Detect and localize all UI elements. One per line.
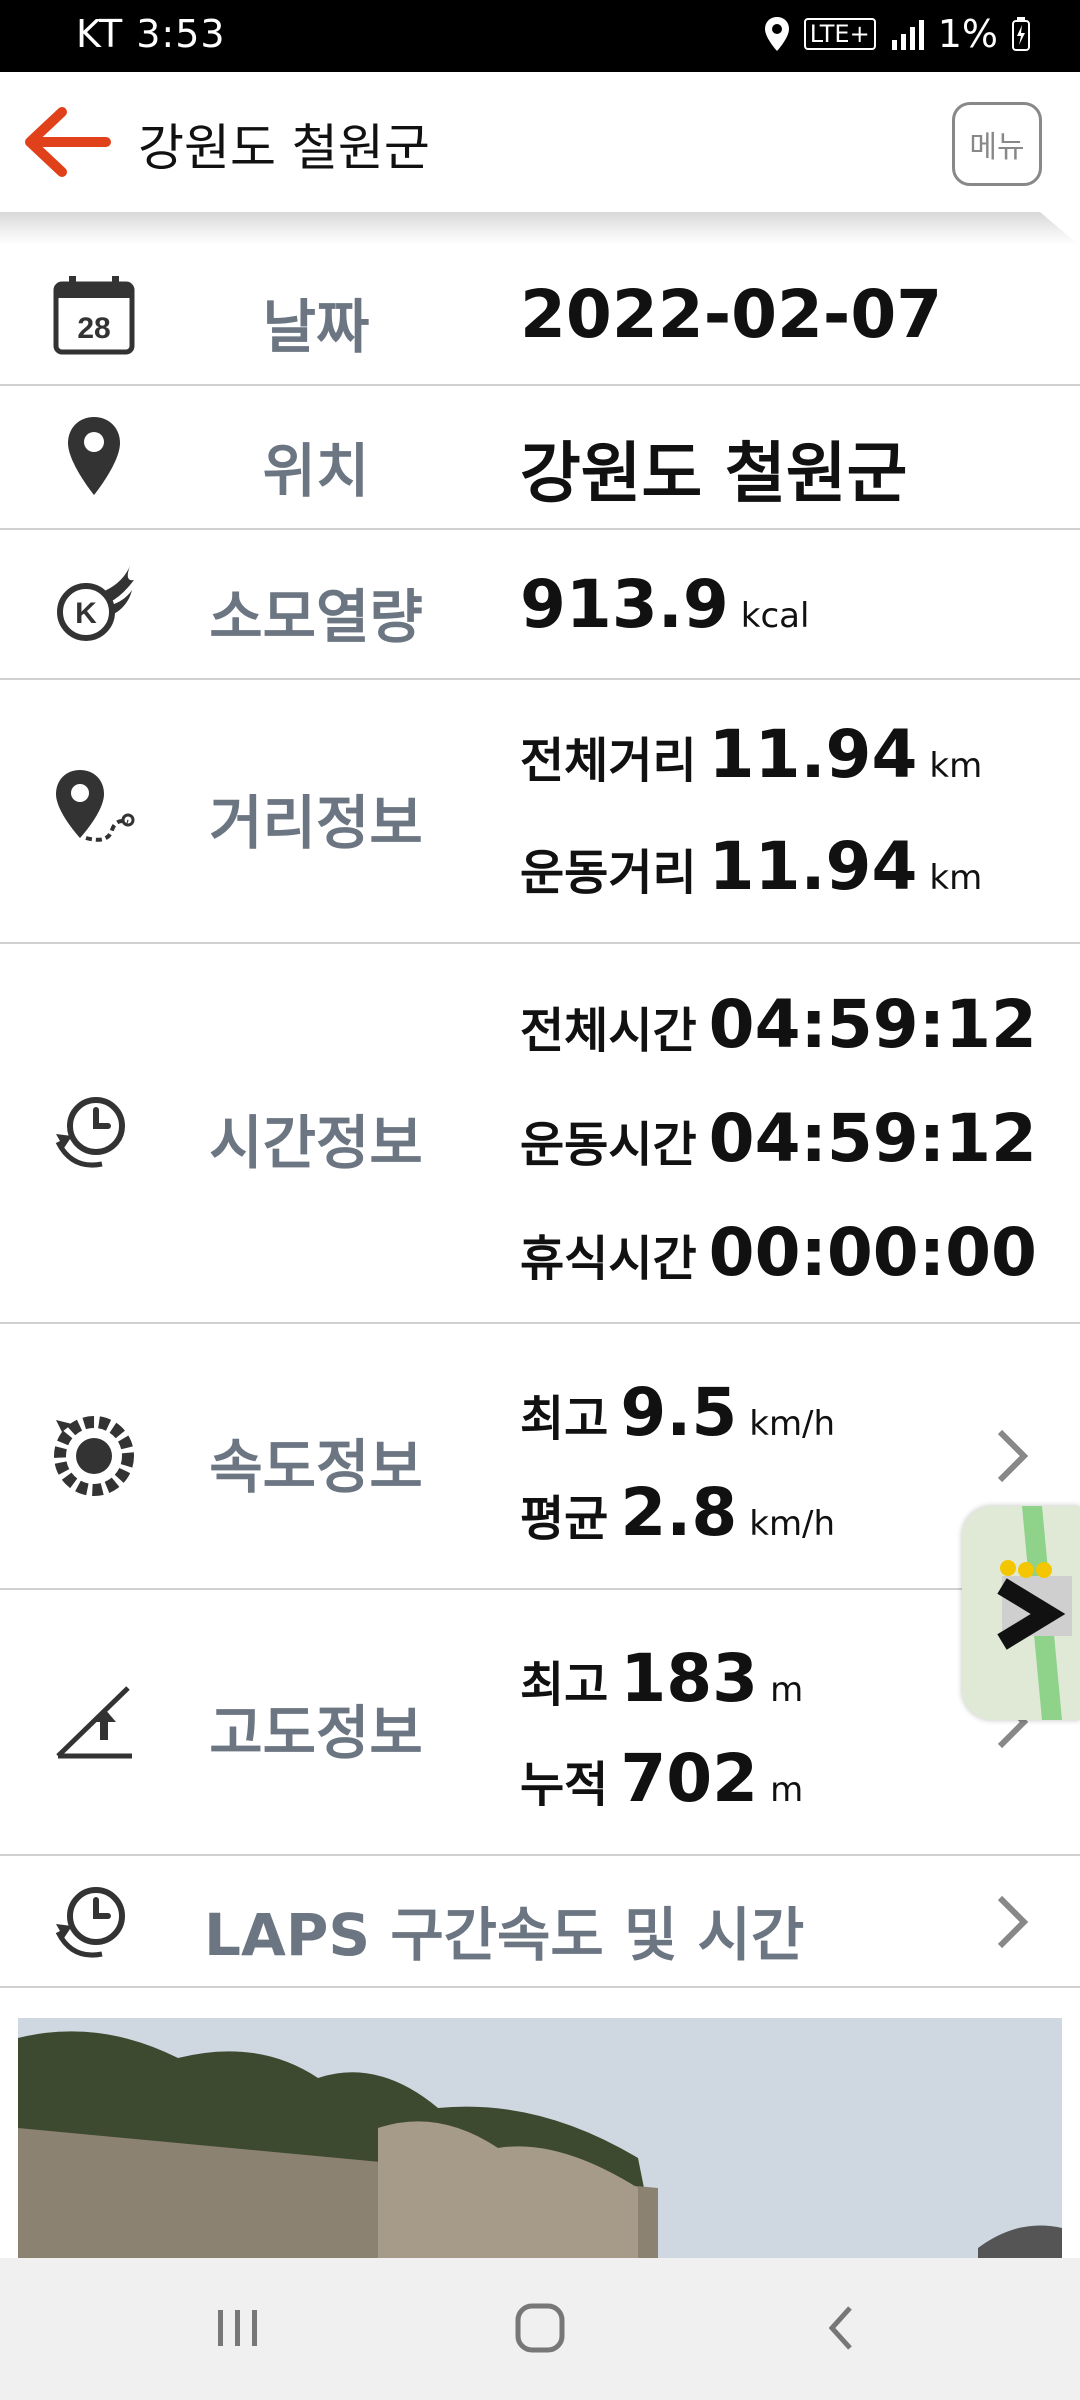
total-time-label: 전체시간 bbox=[520, 1003, 697, 1059]
system-nav-bar bbox=[0, 2258, 1080, 2400]
back-arrow-icon[interactable] bbox=[22, 102, 112, 182]
moving-distance-label: 운동거리 bbox=[520, 845, 697, 901]
network-indicator: LTE+ bbox=[803, 18, 876, 50]
max-altitude-label: 최고 bbox=[520, 1657, 609, 1713]
moving-time-value: 04:59:12 bbox=[708, 1100, 1037, 1177]
row-altitude[interactable]: 고도정보 최고 183 m 누적 702 m bbox=[0, 1590, 1080, 1856]
home-icon[interactable] bbox=[510, 2298, 570, 2358]
back-nav-icon[interactable] bbox=[812, 2298, 872, 2358]
mountain-photo-image bbox=[18, 2018, 1062, 2258]
row-distance: 거리정보 전체거리 11.94 km 운동거리 11.94 km bbox=[0, 680, 1080, 944]
route-pin-icon bbox=[52, 768, 136, 852]
total-distance-value: 11.94 bbox=[708, 716, 918, 793]
cumulative-altitude-unit: m bbox=[770, 1770, 804, 1810]
moving-distance-value: 11.94 bbox=[708, 828, 918, 905]
laps-chevron-right-icon[interactable] bbox=[992, 1892, 1032, 1952]
battery-percent: 1% bbox=[937, 12, 998, 56]
speed-chevron-right-icon[interactable] bbox=[992, 1426, 1032, 1486]
laps-clock-icon bbox=[52, 1880, 136, 1964]
row-time: 시간정보 전체시간 04:59:12 운동시간 04:59:12 휴식시간 00… bbox=[0, 944, 1080, 1324]
activity-photo[interactable] bbox=[18, 2018, 1062, 2258]
avg-speed-unit: km/h bbox=[749, 1504, 836, 1544]
distance-label: 거리정보 bbox=[209, 789, 423, 857]
recent-apps-icon[interactable] bbox=[208, 2298, 268, 2358]
speed-label: 속도정보 bbox=[209, 1433, 423, 1501]
max-altitude-value: 183 bbox=[620, 1640, 759, 1717]
max-speed-unit: km/h bbox=[749, 1404, 836, 1444]
location-pin-icon bbox=[52, 414, 136, 498]
date-value: 2022-02-07 bbox=[520, 276, 943, 353]
map-thumbnail-button[interactable] bbox=[962, 1506, 1080, 1720]
cumulative-altitude-value: 702 bbox=[620, 1740, 759, 1817]
avg-speed-label: 평균 bbox=[520, 1491, 609, 1547]
location-icon bbox=[764, 17, 789, 51]
calories-unit: kcal bbox=[740, 596, 810, 636]
total-time-value: 04:59:12 bbox=[708, 986, 1037, 1063]
status-time: KT 3:53 bbox=[76, 12, 226, 56]
max-speed-value: 9.5 bbox=[620, 1374, 738, 1451]
status-icons: LTE+ 1% bbox=[764, 12, 1030, 56]
row-calories: K 소모열량 913.9 kcal bbox=[0, 530, 1080, 680]
calendar-icon: 28 bbox=[52, 273, 136, 357]
rest-time-value: 00:00:00 bbox=[708, 1214, 1037, 1291]
moving-time-label: 운동시간 bbox=[520, 1117, 697, 1173]
header-shadow bbox=[0, 212, 1080, 246]
battery-charging-icon bbox=[1012, 17, 1030, 51]
calorie-flame-icon: K bbox=[52, 562, 136, 646]
date-label: 날짜 bbox=[262, 293, 370, 361]
cumulative-altitude-label: 누적 bbox=[520, 1757, 609, 1813]
avg-speed-value: 2.8 bbox=[620, 1474, 738, 1551]
row-speed[interactable]: 속도정보 최고 9.5 km/h 평균 2.8 km/h bbox=[0, 1324, 1080, 1590]
calories-label: 소모열량 bbox=[209, 583, 423, 651]
svg-text:K: K bbox=[75, 597, 97, 630]
location-label: 위치 bbox=[262, 437, 370, 505]
app-header: 강원도 철원군 메뉴 bbox=[0, 72, 1080, 212]
row-date: 28 날짜 2022-02-07 bbox=[0, 246, 1080, 386]
max-speed-label: 최고 bbox=[520, 1391, 609, 1447]
total-distance-unit: km bbox=[929, 746, 983, 786]
laps-label: LAPS 구간속도 및 시간 bbox=[204, 1901, 805, 1969]
status-bar: KT 3:53 LTE+ 1% bbox=[0, 0, 1080, 72]
total-distance-label: 전체거리 bbox=[520, 733, 697, 789]
signal-icon bbox=[891, 20, 924, 50]
row-laps[interactable]: LAPS 구간속도 및 시간 bbox=[0, 1856, 1080, 1988]
calories-value: 913.9 bbox=[520, 566, 729, 643]
rest-time-label: 휴식시간 bbox=[520, 1231, 697, 1287]
altitude-slope-icon bbox=[52, 1680, 136, 1764]
clock-refresh-icon bbox=[52, 1090, 136, 1174]
altitude-label: 고도정보 bbox=[209, 1699, 423, 1767]
location-value: 강원도 철원군 bbox=[520, 435, 908, 512]
menu-button[interactable]: 메뉴 bbox=[952, 102, 1042, 186]
svg-text:28: 28 bbox=[77, 312, 110, 345]
map-preview-icon bbox=[962, 1506, 1080, 1720]
max-altitude-unit: m bbox=[770, 1670, 804, 1710]
page-title: 강원도 철원군 bbox=[138, 119, 430, 177]
time-label: 시간정보 bbox=[209, 1109, 423, 1177]
row-location: 위치 강원도 철원군 bbox=[0, 386, 1080, 530]
moving-distance-unit: km bbox=[929, 858, 983, 898]
speedometer-icon bbox=[52, 1414, 136, 1498]
